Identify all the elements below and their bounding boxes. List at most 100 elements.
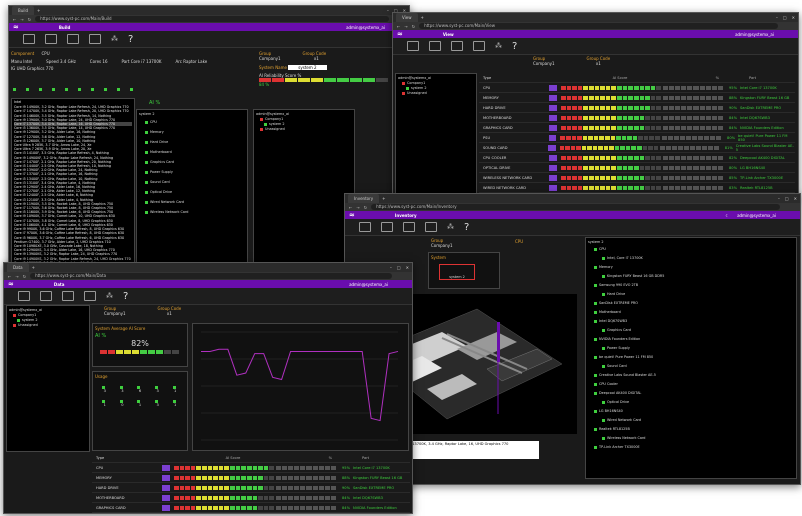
maximize-icon[interactable]: □ bbox=[783, 15, 787, 20]
url-input[interactable]: https://www.syst-pc.com/Main/Data bbox=[30, 273, 392, 279]
group-value[interactable]: Company1 bbox=[259, 56, 281, 61]
reload-icon[interactable]: ↻ bbox=[28, 17, 31, 22]
maximize-icon[interactable]: □ bbox=[785, 196, 789, 201]
url-input[interactable]: https://www.syst-pc.com/Main/View bbox=[419, 23, 778, 29]
tree-item[interactable]: Realtek RTL8125B bbox=[588, 425, 794, 434]
tree-item[interactable]: Motherboard bbox=[588, 308, 794, 317]
cooler-icon[interactable] bbox=[104, 88, 107, 91]
minimize-icon[interactable]: – bbox=[778, 196, 780, 201]
table-row[interactable]: MEMORY 88%Kingston FURY Beast 16 GB bbox=[479, 93, 795, 103]
network-card-icon[interactable] bbox=[130, 88, 133, 91]
forward-icon[interactable]: → bbox=[15, 274, 18, 279]
table-row[interactable]: MOTHERBOARD 84% Intel DQ67SWB3 bbox=[92, 493, 410, 503]
reload-icon[interactable]: ↻ bbox=[412, 24, 415, 29]
close-icon[interactable]: ✕ bbox=[792, 15, 795, 20]
tree-item[interactable]: Graphics Card bbox=[139, 157, 245, 167]
table-row[interactable]: CPU 95% Intel Core i7 13700K bbox=[479, 83, 795, 93]
tree-item[interactable]: Hard Drive bbox=[588, 290, 794, 299]
list-item[interactable]: Core i7 14700K, 3.4 GHz, Raptor Lake Ref… bbox=[14, 109, 132, 113]
tree-item[interactable]: Power Supply bbox=[139, 167, 245, 177]
tree-item[interactable]: Company1 bbox=[407, 81, 425, 85]
inventory-icon[interactable] bbox=[84, 291, 96, 301]
minimize-icon[interactable]: – bbox=[390, 265, 392, 270]
user-label[interactable]: admin@systemx_ai bbox=[737, 213, 776, 218]
back-icon[interactable]: ← bbox=[397, 24, 400, 29]
back-icon[interactable]: ← bbox=[8, 274, 11, 279]
tree-item[interactable]: Kingston FURY Beast 16 GB DDR5 bbox=[588, 272, 794, 281]
tree-item[interactable]: Unassigned bbox=[265, 127, 285, 131]
view-icon[interactable] bbox=[451, 41, 463, 51]
optical-icon[interactable] bbox=[117, 88, 120, 91]
system-name-input[interactable]: system 2 bbox=[288, 65, 327, 70]
minimize-icon[interactable]: – bbox=[387, 8, 389, 13]
tree-item[interactable]: Motherboard bbox=[139, 147, 245, 157]
table-row[interactable]: GRAPHICS CARD 84% NVIDIA Founders Edition bbox=[92, 503, 410, 513]
tree-item[interactable]: Wired Network Card bbox=[139, 197, 245, 207]
user-label[interactable]: admin@systemx_ai bbox=[346, 25, 385, 30]
new-tab-icon[interactable]: + bbox=[37, 8, 40, 13]
table-row[interactable]: PSU80%be quiet! Pure Power 11 FM 850 bbox=[92, 513, 410, 514]
browser-tab[interactable]: Build bbox=[12, 6, 35, 15]
network-icon[interactable]: ⁂ bbox=[447, 223, 454, 231]
tree-item[interactable]: Hard Drive bbox=[139, 137, 245, 147]
tree-item[interactable]: LG BH16NS40 bbox=[588, 407, 794, 416]
table-row[interactable]: MOTHERBOARD 84% Intel DQ67SWB3 bbox=[479, 113, 795, 123]
table-row[interactable]: GRAPHICS CARD 84% NVIDIA Founders Edition bbox=[479, 123, 795, 133]
table-row[interactable]: WIRELESS NETWORK CARD 85% TP-Link Archer T… bbox=[479, 173, 795, 183]
user-label[interactable]: admin@systemx_ai bbox=[735, 32, 774, 37]
browser-tab[interactable]: Data bbox=[7, 263, 29, 272]
table-row[interactable]: WIRED NETWORK CARD 83% Realtek RTL8125B bbox=[479, 183, 795, 193]
close-icon[interactable]: ✕ bbox=[794, 196, 797, 201]
browser-tab[interactable]: View bbox=[396, 13, 418, 22]
reload-icon[interactable]: ↻ bbox=[364, 205, 367, 210]
forward-icon[interactable]: → bbox=[356, 205, 359, 210]
close-icon[interactable]: ✕ bbox=[406, 265, 409, 270]
psu-icon[interactable] bbox=[78, 88, 81, 91]
tree-item[interactable]: system 2 bbox=[411, 86, 427, 90]
help-icon[interactable]: ? bbox=[128, 34, 133, 45]
chart-icon[interactable] bbox=[429, 41, 441, 51]
back-icon[interactable]: ← bbox=[349, 205, 352, 210]
url-input[interactable]: https://www.syst-pc.com/Main/Inventory bbox=[371, 204, 780, 210]
help-icon[interactable]: ? bbox=[464, 222, 469, 233]
list-item[interactable]: Core i7 9700K, 3.6 GHz, Coffee Lake Refr… bbox=[14, 231, 132, 235]
maximize-icon[interactable]: □ bbox=[397, 265, 401, 270]
tree-item[interactable]: Unassigned bbox=[18, 323, 38, 327]
tree-item[interactable]: Samsung 990 EVO 2TB bbox=[588, 281, 794, 290]
tree-item[interactable]: Memory bbox=[139, 127, 245, 137]
view-icon[interactable] bbox=[403, 222, 415, 232]
drive-icon[interactable] bbox=[39, 88, 42, 91]
chart-icon[interactable] bbox=[40, 291, 52, 301]
view-icon[interactable] bbox=[67, 34, 79, 44]
table-row[interactable]: OPTICAL DRIVE 80% LG BH16NS40 bbox=[479, 163, 795, 173]
build-icon[interactable] bbox=[407, 41, 419, 51]
sound-icon[interactable] bbox=[91, 88, 94, 91]
tree-item[interactable]: Company1 bbox=[265, 117, 283, 121]
tree-item[interactable]: Sound Card bbox=[588, 362, 794, 371]
browser-tab[interactable]: Inventory bbox=[348, 194, 380, 203]
tree-item[interactable]: Company1 bbox=[18, 313, 36, 317]
chart-icon[interactable] bbox=[381, 222, 393, 232]
network-icon[interactable]: ⁂ bbox=[111, 35, 118, 43]
reload-icon[interactable]: ↻ bbox=[23, 274, 26, 279]
tree-item[interactable]: NVIDIA Founders Edition bbox=[588, 335, 794, 344]
cpu-icon[interactable] bbox=[13, 88, 16, 91]
tree-item[interactable]: Graphics Card bbox=[588, 326, 794, 335]
group-value[interactable]: Company1 bbox=[431, 243, 453, 248]
table-row[interactable]: HARD DRIVE 90% SanDisk EXTREME PRO bbox=[92, 483, 410, 493]
tree-item[interactable]: CPU bbox=[588, 245, 794, 254]
back-icon[interactable]: ← bbox=[13, 17, 16, 22]
tree-item[interactable]: Power Supply bbox=[588, 344, 794, 353]
url-input[interactable]: https://www.syst-pc.com/Main/Build bbox=[35, 16, 389, 22]
help-icon[interactable]: ? bbox=[123, 291, 128, 302]
tree-item[interactable]: Intel, Core i7 13700K bbox=[588, 254, 794, 263]
table-row[interactable]: MEMORY 88%Kingston FURY Beast 16 GB bbox=[92, 473, 410, 483]
dark-mode-icon[interactable]: ☾ bbox=[725, 213, 729, 218]
inventory-icon[interactable] bbox=[89, 34, 101, 44]
tree-item[interactable]: system 2 bbox=[269, 122, 285, 126]
table-row[interactable]: SOUND CARD 81% Creative Labs Sound Blaster… bbox=[479, 143, 795, 153]
forward-icon[interactable]: → bbox=[20, 17, 23, 22]
group-value[interactable]: Company1 bbox=[104, 311, 126, 316]
build-icon[interactable] bbox=[359, 222, 371, 232]
network-icon[interactable]: ⁂ bbox=[106, 292, 113, 300]
